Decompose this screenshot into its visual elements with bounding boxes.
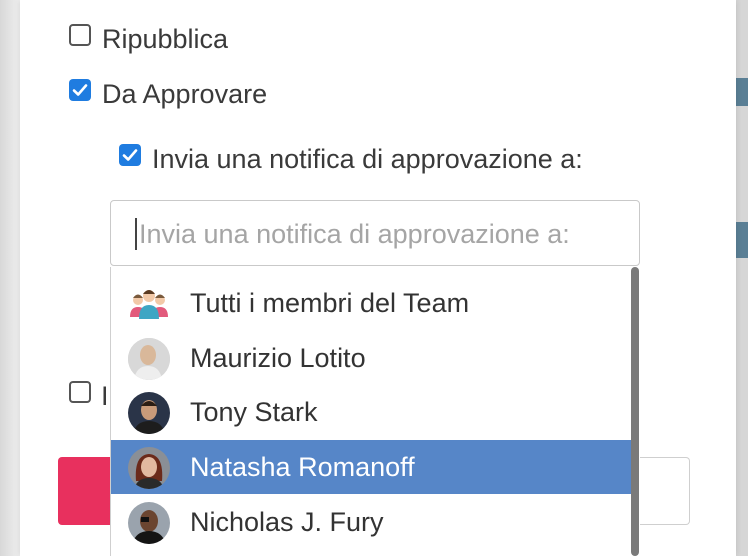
partial-checkbox-label: I — [101, 381, 109, 411]
right-backdrop — [736, 0, 748, 556]
invia-notifica-label: Invia una notifica di approvazione a: — [152, 144, 583, 174]
option-name: Nicholas J. Fury — [190, 507, 384, 537]
primary-button[interactable] — [58, 457, 118, 525]
avatar — [128, 338, 170, 380]
da-approvare-label: Da Approvare — [102, 79, 268, 109]
dropdown-option-team[interactable]: Tutti i membri del Team — [111, 276, 631, 330]
option-name: Tutti i membri del Team — [190, 288, 470, 318]
recipient-input-placeholder: Invia una notifica di approvazione a: — [139, 219, 570, 249]
option-name: Tony Stark — [190, 397, 318, 427]
text-caret — [135, 218, 137, 250]
recipient-dropdown: Tutti i membri del Team Maurizio Lotito … — [110, 267, 640, 556]
dropdown-option-tony[interactable]: Tony Stark — [111, 385, 631, 439]
avatar — [128, 447, 170, 489]
recipient-search-input[interactable]: Invia una notifica di approvazione a: — [110, 200, 640, 266]
repubblica-checkbox[interactable] — [69, 24, 91, 46]
option-name: Maurizio Lotito — [190, 343, 366, 373]
option-name: Natasha Romanoff — [190, 452, 415, 482]
secondary-button[interactable] — [640, 457, 690, 525]
avatar — [128, 392, 170, 434]
avatar — [128, 502, 170, 544]
dropdown-option-nicholas[interactable]: Nicholas J. Fury — [111, 495, 631, 549]
dropdown-option-natasha[interactable]: Natasha Romanoff — [111, 440, 631, 494]
repubblica-label: Ripubblica — [102, 24, 229, 54]
team-group-icon — [128, 283, 170, 325]
da-approvare-checkbox[interactable] — [69, 79, 91, 101]
invia-notifica-checkbox[interactable] — [119, 144, 141, 166]
check-icon — [72, 84, 88, 96]
check-icon — [122, 149, 138, 161]
dropdown-option-maurizio[interactable]: Maurizio Lotito — [111, 331, 631, 385]
partial-checkbox[interactable] — [69, 381, 91, 403]
left-backdrop — [0, 0, 20, 556]
dropdown-scrollbar[interactable] — [631, 267, 639, 556]
